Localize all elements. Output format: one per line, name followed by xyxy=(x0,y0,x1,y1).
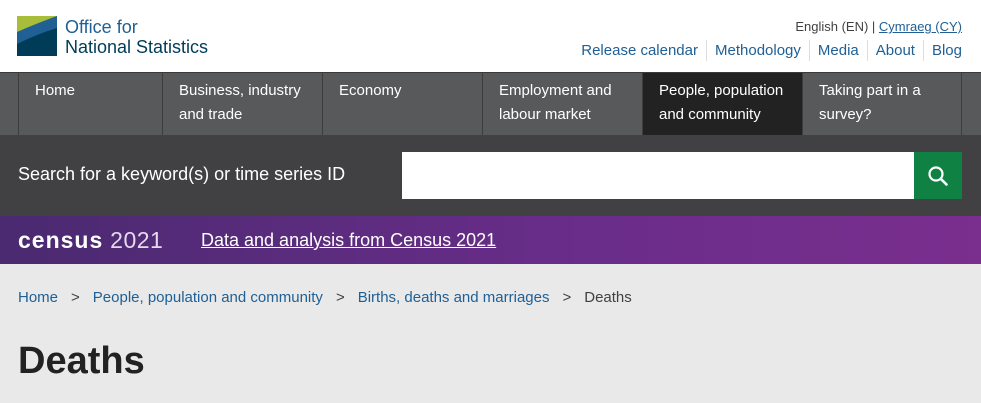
census-2021-logo: census 2021 xyxy=(18,228,163,252)
breadcrumb-home[interactable]: Home xyxy=(18,289,58,306)
census-logo-year: 2021 xyxy=(110,227,164,253)
nav-label: and trade xyxy=(179,106,243,123)
breadcrumb-separator: > xyxy=(335,289,345,306)
search-icon xyxy=(928,165,948,186)
logo-text: Office for National Statistics xyxy=(65,17,208,57)
search-button[interactable] xyxy=(914,152,962,199)
language-switcher: English (EN) | Cymraeg (CY) xyxy=(795,19,962,34)
nav-item-economy[interactable]: Economy xyxy=(322,73,482,135)
breadcrumb-separator: > xyxy=(562,289,572,306)
main-content: Home > People, population and community … xyxy=(0,264,981,403)
methodology-link[interactable]: Methodology xyxy=(706,40,809,61)
nav-item-people[interactable]: People, population and community xyxy=(642,73,802,135)
search-bar: Search for a keyword(s) or time series I… xyxy=(0,135,981,216)
breadcrumb-births-deaths[interactable]: Births, deaths and marriages xyxy=(358,289,550,306)
nav-label: Taking part in a xyxy=(819,82,921,99)
ons-logo[interactable]: Office for National Statistics xyxy=(17,16,208,57)
blog-link[interactable]: Blog xyxy=(922,40,962,61)
nav-label: survey? xyxy=(819,106,872,123)
page-title: Deaths xyxy=(18,340,145,382)
ons-logo-icon xyxy=(17,16,57,56)
utility-links: Release calendar Methodology Media About… xyxy=(581,40,962,61)
breadcrumb-people[interactable]: People, population and community xyxy=(93,289,323,306)
census-logo-word: census xyxy=(18,227,104,253)
nav-label: People, population xyxy=(659,82,784,99)
media-link[interactable]: Media xyxy=(808,40,867,61)
nav-item-business[interactable]: Business, industry and trade xyxy=(162,73,322,135)
release-calendar-link[interactable]: Release calendar xyxy=(581,40,706,61)
census-banner: census 2021 Data and analysis from Censu… xyxy=(0,216,981,264)
breadcrumb-current: Deaths xyxy=(584,289,632,306)
lang-current: English (EN) | xyxy=(795,19,876,34)
site-header: Office for National Statistics English (… xyxy=(0,0,981,72)
search-input[interactable] xyxy=(402,152,914,199)
nav-label: Business, industry xyxy=(179,82,301,99)
lang-welsh-link[interactable]: Cymraeg (CY) xyxy=(879,19,962,34)
nav-label: Employment and xyxy=(499,82,612,99)
primary-nav: Home Business, industry and trade Econom… xyxy=(0,72,981,135)
logo-line-2: National Statistics xyxy=(65,37,209,57)
census-data-link[interactable]: Data and analysis from Census 2021 xyxy=(201,230,496,251)
about-link[interactable]: About xyxy=(866,40,923,61)
nav-label: Economy xyxy=(339,82,402,99)
nav-label: Home xyxy=(35,82,76,99)
nav-label: and community xyxy=(659,106,761,123)
nav-label: labour market xyxy=(499,106,591,123)
breadcrumb-separator: > xyxy=(71,289,80,306)
breadcrumb: Home > People, population and community … xyxy=(18,289,632,306)
nav-item-survey[interactable]: Taking part in a survey? xyxy=(802,73,962,135)
logo-line-1: Office for xyxy=(65,17,138,37)
search-label: Search for a keyword(s) or time series I… xyxy=(18,164,346,184)
nav-item-employment[interactable]: Employment and labour market xyxy=(482,73,642,135)
nav-item-home[interactable]: Home xyxy=(18,73,162,135)
